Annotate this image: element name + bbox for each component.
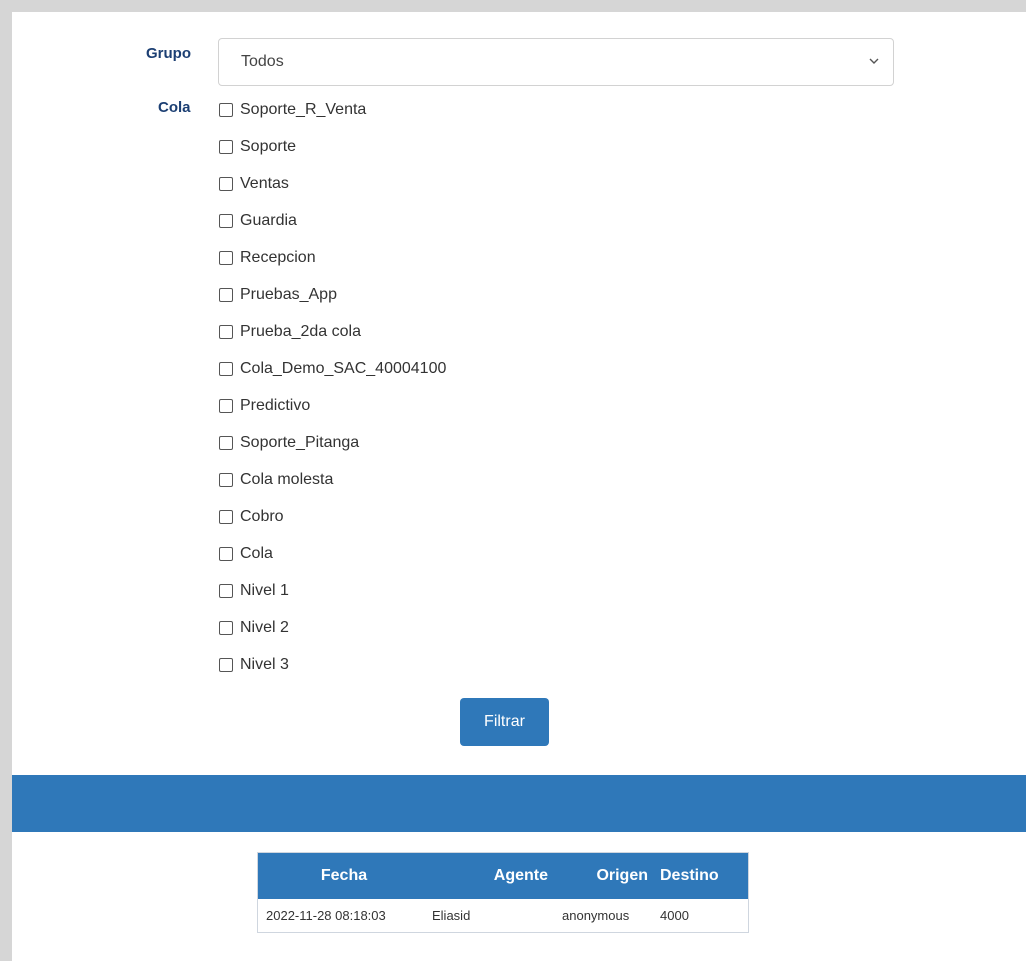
cola-item[interactable]: Cobro [219, 505, 284, 529]
cola-item[interactable]: Recepcion [219, 246, 316, 270]
cell-destino: 4000 [660, 908, 689, 923]
cola-item-label: Soporte [240, 138, 297, 155]
cola-item[interactable]: Soporte_R_Venta [219, 98, 366, 122]
table-header-row: Fecha Agente Origen Destino [258, 853, 748, 899]
cola-item[interactable]: Cola molesta [219, 468, 333, 492]
grupo-label: Grupo [146, 45, 191, 62]
window-frame-left [0, 0, 12, 961]
table-row: 2022-11-28 08:18:03 Eliasid anonymous 40… [258, 899, 748, 932]
window-frame-top [0, 0, 1026, 12]
checkbox[interactable] [219, 251, 233, 265]
column-header-fecha[interactable]: Fecha [258, 867, 430, 885]
cola-item[interactable]: Cola [219, 542, 273, 566]
cola-item-label: Cola molesta [240, 471, 334, 488]
checkbox[interactable] [219, 214, 233, 228]
cola-item-label: Predictivo [240, 397, 311, 414]
cola-item[interactable]: Nivel 2 [219, 616, 289, 640]
checkbox[interactable] [219, 399, 233, 413]
checkbox[interactable] [219, 473, 233, 487]
cola-item[interactable]: Ventas [219, 172, 289, 196]
cola-item-label: Cola_Demo_SAC_40004100 [240, 360, 447, 377]
cola-item[interactable]: Predictivo [219, 394, 310, 418]
cola-item-label: Nivel 2 [240, 619, 289, 636]
cola-item[interactable]: Prueba_2da cola [219, 320, 361, 344]
cola-item-label: Nivel 1 [240, 582, 289, 599]
checkbox[interactable] [219, 547, 233, 561]
results-header-band [12, 775, 1026, 832]
checkbox[interactable] [219, 325, 233, 339]
checkbox[interactable] [219, 362, 233, 376]
cola-item[interactable]: Cola_Demo_SAC_40004100 [219, 357, 446, 381]
column-header-destino[interactable]: Destino [658, 867, 748, 885]
checkbox[interactable] [219, 658, 233, 672]
cola-item-label: Prueba_2da cola [240, 323, 361, 340]
results-table: Fecha Agente Origen Destino 2022-11-28 0… [257, 852, 749, 933]
column-header-agente[interactable]: Agente [430, 867, 558, 885]
checkbox[interactable] [219, 103, 233, 117]
cola-item[interactable]: Soporte_Pitanga [219, 431, 359, 455]
checkbox[interactable] [219, 140, 233, 154]
checkbox[interactable] [219, 177, 233, 191]
cola-item-label: Guardia [240, 212, 297, 229]
grupo-select-value: Todos [241, 53, 284, 70]
checkbox[interactable] [219, 288, 233, 302]
cola-item[interactable]: Nivel 1 [219, 579, 289, 603]
filter-button[interactable]: Filtrar [460, 698, 549, 746]
checkbox[interactable] [219, 584, 233, 598]
cola-item-label: Ventas [240, 175, 289, 192]
cola-item-label: Soporte_R_Venta [240, 101, 367, 118]
checkbox[interactable] [219, 621, 233, 635]
cell-origen: anonymous [562, 908, 630, 923]
cola-item[interactable]: Soporte [219, 135, 296, 159]
cell-agente: Eliasid [432, 908, 471, 923]
chevron-down-icon [869, 58, 879, 64]
cola-item-label: Nivel 3 [240, 656, 289, 673]
checkbox[interactable] [219, 510, 233, 524]
cell-fecha: 2022-11-28 08:18:03 [266, 908, 386, 923]
cola-item-label: Cobro [240, 508, 284, 525]
grupo-select[interactable]: Todos [218, 38, 894, 86]
cola-item-label: Recepcion [240, 249, 316, 266]
checkbox[interactable] [219, 436, 233, 450]
cola-label: Cola [158, 99, 191, 116]
cola-item[interactable]: Nivel 3 [219, 653, 289, 677]
column-header-origen[interactable]: Origen [558, 867, 658, 885]
cola-item-label: Soporte_Pitanga [240, 434, 360, 451]
cola-item-label: Cola [240, 545, 273, 562]
cola-item[interactable]: Guardia [219, 209, 297, 233]
cola-item[interactable]: Pruebas_App [219, 283, 337, 307]
cola-item-label: Pruebas_App [240, 286, 337, 303]
